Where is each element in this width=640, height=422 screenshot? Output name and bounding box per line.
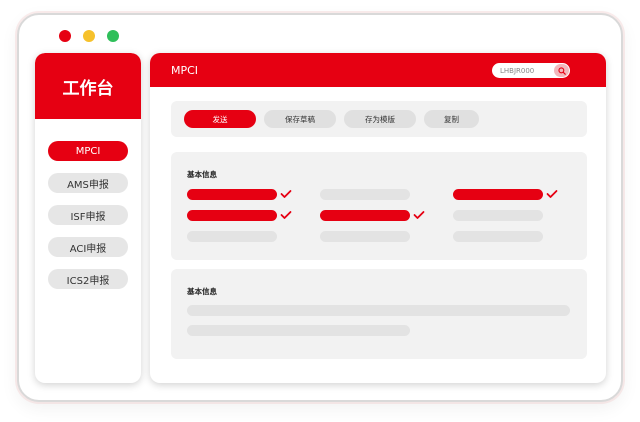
filled-field[interactable] bbox=[187, 189, 277, 200]
send-button[interactable]: 发送 bbox=[184, 110, 256, 128]
empty-field[interactable] bbox=[453, 210, 543, 221]
check-icon bbox=[546, 190, 558, 198]
filled-field[interactable] bbox=[320, 210, 410, 221]
empty-field[interactable] bbox=[320, 231, 410, 242]
check-icon bbox=[280, 190, 292, 198]
close-window-dot[interactable] bbox=[59, 30, 71, 42]
sidebar-item-aci[interactable]: ACI申报 bbox=[48, 237, 128, 257]
sidebar-title: 工作台 bbox=[35, 53, 141, 119]
page-title: MPCI bbox=[171, 64, 199, 77]
search-input[interactable]: LHBJR000 bbox=[492, 63, 570, 78]
search-icon bbox=[557, 66, 566, 75]
check-icon bbox=[413, 211, 425, 219]
empty-field[interactable] bbox=[187, 325, 410, 336]
main-panel: MPCI LHBJR000 发送 保存草稿 存为模版 复制 基本信息 基本信息 bbox=[150, 53, 606, 383]
filled-field[interactable] bbox=[453, 189, 543, 200]
copy-button[interactable]: 复制 bbox=[424, 110, 479, 128]
empty-field[interactable] bbox=[187, 305, 570, 316]
sidebar-item-ics2[interactable]: ICS2申报 bbox=[48, 269, 128, 289]
sidebar-item-mpci[interactable]: MPCI bbox=[48, 141, 128, 161]
sidebar: 工作台 MPCI AMS申报 ISF申报 ACI申报 ICS2申报 bbox=[35, 53, 141, 383]
sidebar-item-isf[interactable]: ISF申报 bbox=[48, 205, 128, 225]
main-header: MPCI LHBJR000 bbox=[150, 53, 606, 87]
basic-info-section: 基本信息 bbox=[171, 152, 587, 260]
section-title: 基本信息 bbox=[187, 287, 217, 296]
empty-field[interactable] bbox=[453, 231, 543, 242]
basic-info-section-2: 基本信息 bbox=[171, 269, 587, 359]
search-value: LHBJR000 bbox=[500, 66, 535, 75]
filled-field[interactable] bbox=[187, 210, 277, 221]
minimize-window-dot[interactable] bbox=[83, 30, 95, 42]
maximize-window-dot[interactable] bbox=[107, 30, 119, 42]
save-draft-button[interactable]: 保存草稿 bbox=[264, 110, 336, 128]
sidebar-nav: MPCI AMS申报 ISF申报 ACI申报 ICS2申报 bbox=[35, 119, 141, 289]
check-icon bbox=[280, 211, 292, 219]
section-title: 基本信息 bbox=[187, 170, 217, 179]
search-button[interactable] bbox=[554, 64, 569, 77]
save-template-button[interactable]: 存为模版 bbox=[344, 110, 416, 128]
empty-field[interactable] bbox=[187, 231, 277, 242]
app-window: 工作台 MPCI AMS申报 ISF申报 ACI申报 ICS2申报 MPCI L… bbox=[17, 13, 623, 402]
empty-field[interactable] bbox=[320, 189, 410, 200]
toolbar: 发送 保存草稿 存为模版 复制 bbox=[171, 101, 587, 137]
sidebar-item-ams[interactable]: AMS申报 bbox=[48, 173, 128, 193]
